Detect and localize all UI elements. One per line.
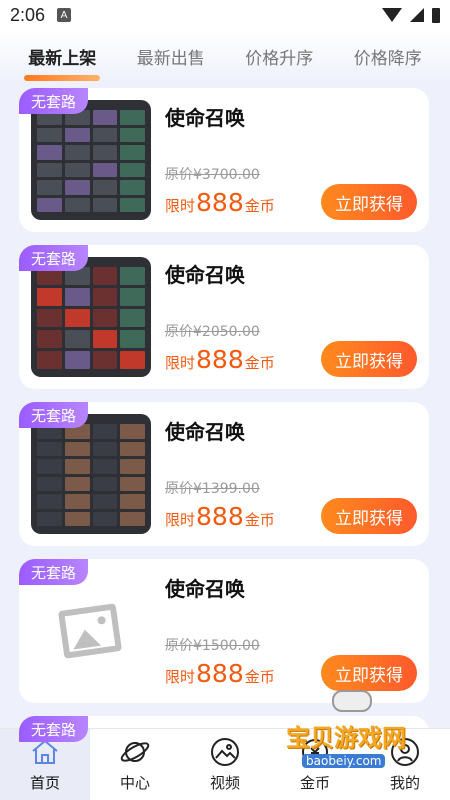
product-title: 使命召唤 bbox=[165, 106, 245, 130]
nav-label: 首页 bbox=[29, 774, 60, 792]
price-value: 888 bbox=[196, 502, 244, 531]
price-label: 限时 bbox=[165, 668, 196, 686]
planet-icon bbox=[120, 742, 150, 762]
price-unit: 金币 bbox=[244, 511, 275, 529]
tab-latest-listed[interactable]: 最新上架 bbox=[24, 38, 101, 81]
nav-label: 中心 bbox=[119, 774, 150, 792]
price-label: 限时 bbox=[165, 354, 196, 372]
sale-price: 限时 888 金币 bbox=[165, 659, 275, 688]
product-thumbnail bbox=[31, 257, 151, 377]
image-placeholder-icon bbox=[57, 603, 123, 659]
get-now-button[interactable]: 立即获得 bbox=[321, 655, 417, 691]
image-icon bbox=[211, 738, 239, 766]
tab-price-ascending[interactable]: 价格升序 bbox=[241, 38, 317, 75]
product-card[interactable]: 无套路 使命召唤 原价¥2050.00 限时 888 金币 立即获得 bbox=[19, 245, 429, 389]
original-price: 原价¥2050.00 bbox=[165, 324, 260, 340]
no-tricks-badge: 无套路 bbox=[19, 88, 89, 114]
no-tricks-badge: 无套路 bbox=[19, 716, 89, 742]
nav-center[interactable]: 中心 bbox=[90, 729, 180, 800]
product-card[interactable]: 无套路 使命召唤 原价¥3700.00 限时 888 金币 立即获得 bbox=[19, 88, 429, 232]
price-value: 888 bbox=[196, 659, 244, 688]
sale-price: 限时 888 金币 bbox=[165, 345, 275, 374]
battery-icon bbox=[432, 7, 440, 23]
get-now-button[interactable]: 立即获得 bbox=[321, 341, 417, 377]
get-now-button[interactable]: 立即获得 bbox=[321, 498, 417, 534]
original-price: 原价¥1399.00 bbox=[165, 481, 260, 497]
product-title: 使命召唤 bbox=[165, 577, 245, 601]
status-bar: 2:06 A bbox=[0, 0, 450, 30]
product-thumbnail bbox=[31, 100, 151, 220]
nav-label: 视频 bbox=[209, 774, 240, 792]
product-thumbnail bbox=[31, 414, 151, 534]
no-tricks-badge: 无套路 bbox=[19, 245, 89, 271]
wifi-icon bbox=[382, 8, 402, 22]
product-title: 使命召唤 bbox=[165, 420, 245, 444]
gamepad-icon bbox=[332, 690, 372, 712]
watermark-url: baobeiy.com bbox=[302, 754, 386, 768]
sale-price: 限时 888 金币 bbox=[165, 188, 275, 217]
product-list: 无套路 使命召唤 原价¥3700.00 限时 888 金币 立即获得 无套路 使… bbox=[19, 88, 429, 756]
status-time: 2:06 bbox=[10, 4, 46, 25]
signal-icon bbox=[410, 8, 424, 22]
notification-icon: A bbox=[57, 8, 72, 22]
price-label: 限时 bbox=[165, 197, 196, 215]
sort-tabs: 最新上架 最新出售 价格升序 价格降序 bbox=[0, 30, 450, 82]
product-card[interactable]: 无套路 使命召唤 原价¥1399.00 限时 888 金币 立即获得 bbox=[19, 402, 429, 546]
nav-video[interactable]: 视频 bbox=[180, 729, 270, 800]
price-unit: 金币 bbox=[244, 354, 275, 372]
no-tricks-badge: 无套路 bbox=[19, 402, 89, 428]
no-tricks-badge: 无套路 bbox=[19, 559, 89, 585]
sale-price: 限时 888 金币 bbox=[165, 502, 275, 531]
site-watermark: 宝贝游戏网 baobeiy.com bbox=[280, 690, 430, 790]
tab-latest-sold[interactable]: 最新出售 bbox=[133, 38, 209, 75]
status-icons bbox=[382, 7, 440, 23]
price-unit: 金币 bbox=[244, 668, 275, 686]
original-price: 原价¥1500.00 bbox=[165, 638, 260, 654]
watermark-text: 宝贝游戏网 bbox=[286, 724, 406, 752]
product-thumbnail bbox=[31, 571, 151, 691]
product-title: 使命召唤 bbox=[165, 263, 245, 287]
original-price: 原价¥3700.00 bbox=[165, 167, 260, 183]
get-now-button[interactable]: 立即获得 bbox=[321, 184, 417, 220]
tab-price-descending[interactable]: 价格降序 bbox=[350, 38, 426, 75]
price-value: 888 bbox=[196, 345, 244, 374]
product-card[interactable]: 无套路 使命召唤 原价¥1500.00 限时 888 金币 立即获得 bbox=[19, 559, 429, 703]
price-label: 限时 bbox=[165, 511, 196, 529]
price-value: 888 bbox=[196, 188, 244, 217]
price-unit: 金币 bbox=[244, 197, 275, 215]
